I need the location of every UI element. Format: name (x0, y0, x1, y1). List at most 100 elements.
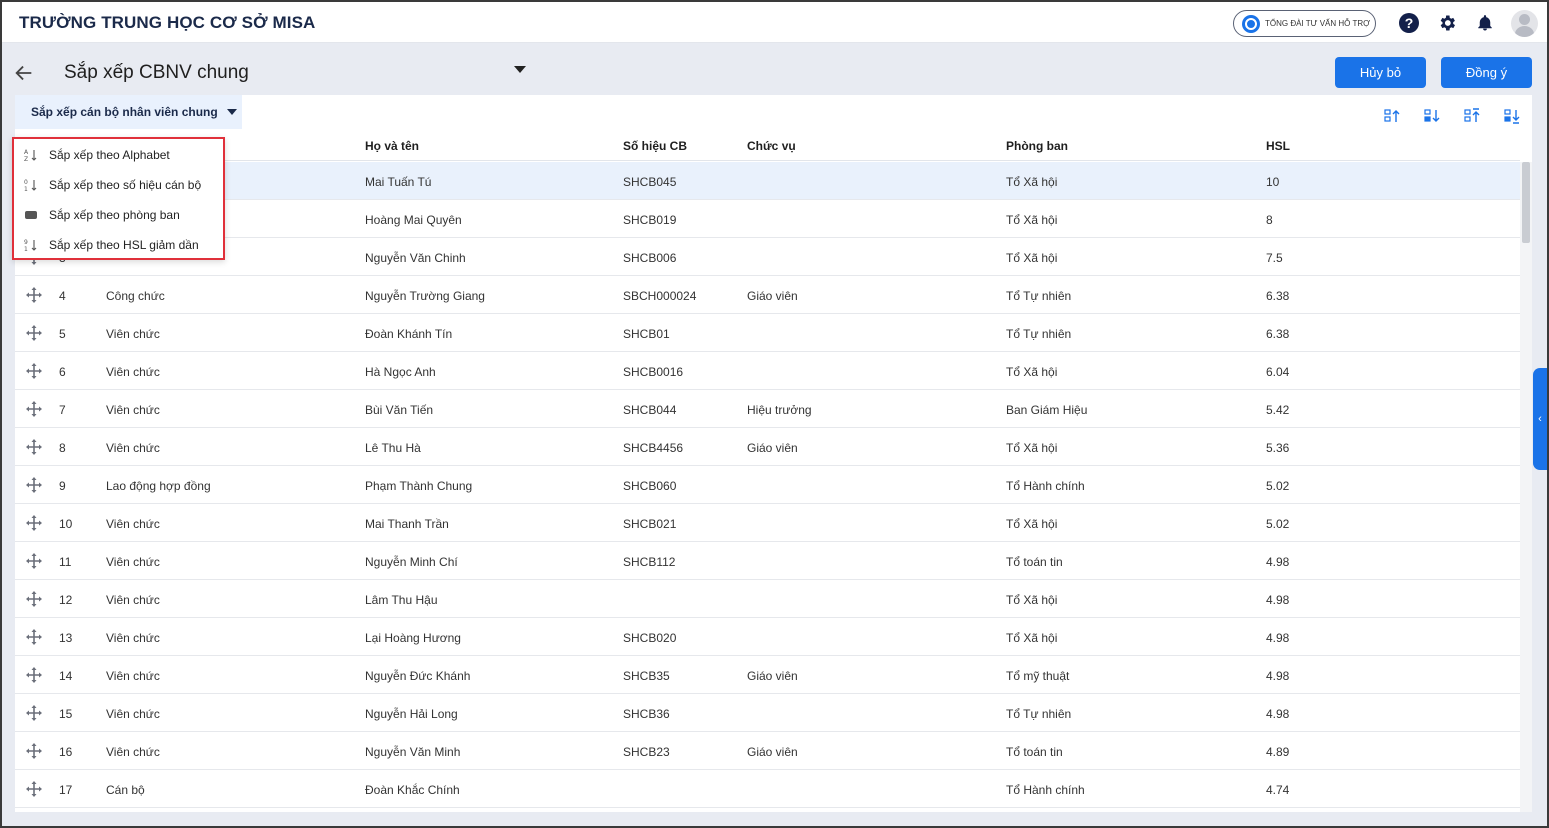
row-full-name: Lâm Thu Hậu (365, 593, 438, 607)
column-header-hsl[interactable]: HSL (1266, 139, 1290, 153)
sort-type-dropdown[interactable]: Sắp xếp cán bộ nhân viên chung (15, 95, 242, 129)
row-staff-code: SBCH000024 (623, 289, 697, 303)
column-header-name[interactable]: Họ và tên (365, 139, 419, 153)
help-icon[interactable]: ? (1398, 12, 1420, 34)
row-position: Giáo viên (747, 669, 798, 683)
row-hsl: 7.5 (1266, 251, 1283, 265)
table-row[interactable]: 14 Viên chức Nguyễn Đức Khánh SHCB35 Giáo vi… (15, 656, 1520, 694)
support-hotline-button[interactable]: TỔNG ĐÀI TƯ VẤN HỖ TRỢ (1233, 10, 1376, 37)
drag-handle-icon[interactable] (26, 401, 42, 417)
table-row[interactable]: 8 Viên chức Lê Thu Hà SHCB4456 Giáo viên Tổ X… (15, 428, 1520, 466)
table-row[interactable]: 11 Viên chức Nguyễn Minh Chí SHCB112 Tổ toán… (15, 542, 1520, 580)
drag-handle-icon[interactable] (26, 363, 42, 379)
row-department: Tổ Hành chính (1006, 783, 1085, 797)
row-full-name: Phạm Thành Chung (365, 479, 473, 493)
chevron-left-icon: ‹ (1538, 413, 1542, 425)
row-hsl: 4.98 (1266, 707, 1290, 721)
row-employee-type: Viên chức (106, 745, 160, 759)
table-row[interactable]: 6 Viên chức Hà Ngọc Anh SHCB0016 Tổ Xã hội 6.… (15, 352, 1520, 390)
menu-item-sort-alphabet[interactable]: AZ Sắp xếp theo Alphabet (14, 140, 223, 170)
gear-icon[interactable] (1436, 12, 1458, 34)
drag-handle-icon[interactable] (26, 591, 42, 607)
drag-handle-icon[interactable] (26, 515, 42, 531)
table-row[interactable]: 2Hoàng Mai QuyênSHCB019Tổ Xã hội8 (15, 200, 1520, 238)
table-row[interactable]: 5 Viên chức Đoàn Khánh Tín SHCB01 Tổ Tự nhiê… (15, 314, 1520, 352)
title-dropdown-caret-icon[interactable] (514, 66, 526, 73)
ok-button[interactable]: Đồng ý (1441, 57, 1532, 88)
table-row[interactable]: 1 Mai Tuấn Tú SHCB045 Tổ Xã hội 10 (15, 162, 1520, 200)
user-avatar-icon[interactable] (1511, 10, 1538, 37)
row-staff-code: SHCB35 (623, 669, 670, 683)
table-row[interactable]: 7 Viên chức Bùi Văn Tiến SHCB044 Hiệu trưởng… (15, 390, 1520, 428)
row-employee-type: Viên chức (106, 517, 160, 531)
table-row[interactable]: 17 Cán bộ Đoàn Khắc Chính Tổ Hành chính 4.74 (15, 770, 1520, 808)
row-index: 7 (59, 403, 66, 417)
move-up-icon[interactable] (1383, 107, 1401, 125)
table-row[interactable]: 13 Viên chức Lại Hoàng Hương SHCB020 Tổ Xã h… (15, 618, 1520, 656)
drag-handle-icon[interactable] (26, 439, 42, 455)
row-hsl: 5.02 (1266, 517, 1290, 531)
menu-item-sort-code[interactable]: 01 Sắp xếp theo số hiệu cán bộ (14, 170, 223, 200)
chevron-down-icon (226, 109, 237, 115)
bell-icon[interactable] (1474, 12, 1496, 34)
drag-handle-icon[interactable] (26, 705, 42, 721)
drag-handle-icon[interactable] (26, 325, 42, 341)
drag-handle-icon[interactable] (26, 477, 42, 493)
row-hsl: 4.98 (1266, 555, 1290, 569)
row-department: Tổ Tự nhiên (1006, 289, 1072, 303)
sort-desc-icon: 91 (24, 238, 38, 253)
column-header-code[interactable]: Số hiệu CB (623, 139, 687, 153)
table-row[interactable]: 3Nguyễn Văn ChinhSHCB006Tổ Xã hội7.5 (15, 238, 1520, 276)
table-row[interactable]: 9 Lao động hợp đồng Phạm Thành Chung SHCB06… (15, 466, 1520, 504)
drag-handle-icon[interactable] (26, 287, 42, 303)
table-row[interactable]: 10 Viên chức Mai Thanh Trần SHCB021 Tổ Xã hộ… (15, 504, 1520, 542)
row-employee-type: Viên chức (106, 631, 160, 645)
column-header-position[interactable]: Chức vụ (747, 139, 796, 153)
row-department: Ban Giám Hiệu (1006, 403, 1088, 417)
row-hsl: 5.02 (1266, 479, 1290, 493)
move-down-icon[interactable] (1423, 107, 1441, 125)
row-department: Tổ Xã hội (1006, 631, 1058, 645)
row-department: Tổ Xã hội (1006, 251, 1058, 265)
row-staff-code: SHCB36 (623, 707, 670, 721)
sort-options-menu: AZ Sắp xếp theo Alphabet 01 Sắp xếp theo… (12, 137, 225, 260)
menu-item-sort-hsl-desc[interactable]: 91 Sắp xếp theo HSL giảm dần (14, 230, 223, 260)
table-row[interactable]: 4 Công chức Nguyễn Trường Giang SBCH000024 G… (15, 276, 1520, 314)
table-row[interactable]: 12 Viên chức Lâm Thu Hậu Tổ Xã hội 4.98 (15, 580, 1520, 618)
row-hsl: 5.36 (1266, 441, 1290, 455)
row-hsl: 6.04 (1266, 365, 1290, 379)
drag-handle-icon[interactable] (26, 553, 42, 569)
row-department: Tổ toán tin (1006, 745, 1063, 759)
back-arrow-icon[interactable] (13, 62, 35, 84)
drag-handle-icon[interactable] (26, 629, 42, 645)
scrollbar-thumb[interactable] (1522, 162, 1530, 243)
row-employee-type: Viên chức (106, 441, 160, 455)
row-department: Tổ toán tin (1006, 555, 1063, 569)
drag-handle-icon[interactable] (26, 743, 42, 759)
row-index: 5 (59, 327, 66, 341)
row-index: 8 (59, 441, 66, 455)
row-hsl: 4.98 (1266, 631, 1290, 645)
row-staff-code: SHCB060 (623, 479, 677, 493)
row-department: Tổ Tự nhiên (1006, 327, 1072, 341)
drag-handle-icon[interactable] (26, 781, 42, 797)
side-panel-toggle[interactable]: ‹ (1533, 368, 1547, 470)
row-position: Giáo viên (747, 745, 798, 759)
row-index: 4 (59, 289, 66, 303)
move-bottom-icon[interactable] (1503, 107, 1521, 125)
row-staff-code: SHCB01 (623, 327, 670, 341)
row-employee-type: Công chức (106, 289, 165, 303)
drag-handle-icon[interactable] (26, 667, 42, 683)
column-header-department[interactable]: Phòng ban (1006, 139, 1068, 153)
row-employee-type: Viên chức (106, 707, 160, 721)
row-hsl: 5.42 (1266, 403, 1290, 417)
table-row[interactable]: 16 Viên chức Nguyễn Văn Minh SHCB23 Giáo viê… (15, 732, 1520, 770)
move-top-icon[interactable] (1463, 107, 1481, 125)
row-employee-type: Viên chức (106, 327, 160, 341)
row-staff-code: SHCB045 (623, 175, 677, 189)
vertical-scrollbar[interactable] (1520, 162, 1532, 812)
table-row[interactable]: 15 Viên chức Nguyễn Hải Long SHCB36 Tổ Tự nh… (15, 694, 1520, 732)
cancel-button[interactable]: Hủy bỏ (1335, 57, 1426, 88)
menu-item-sort-department[interactable]: Sắp xếp theo phòng ban (14, 200, 223, 230)
row-department: Tổ mỹ thuật (1006, 669, 1070, 683)
